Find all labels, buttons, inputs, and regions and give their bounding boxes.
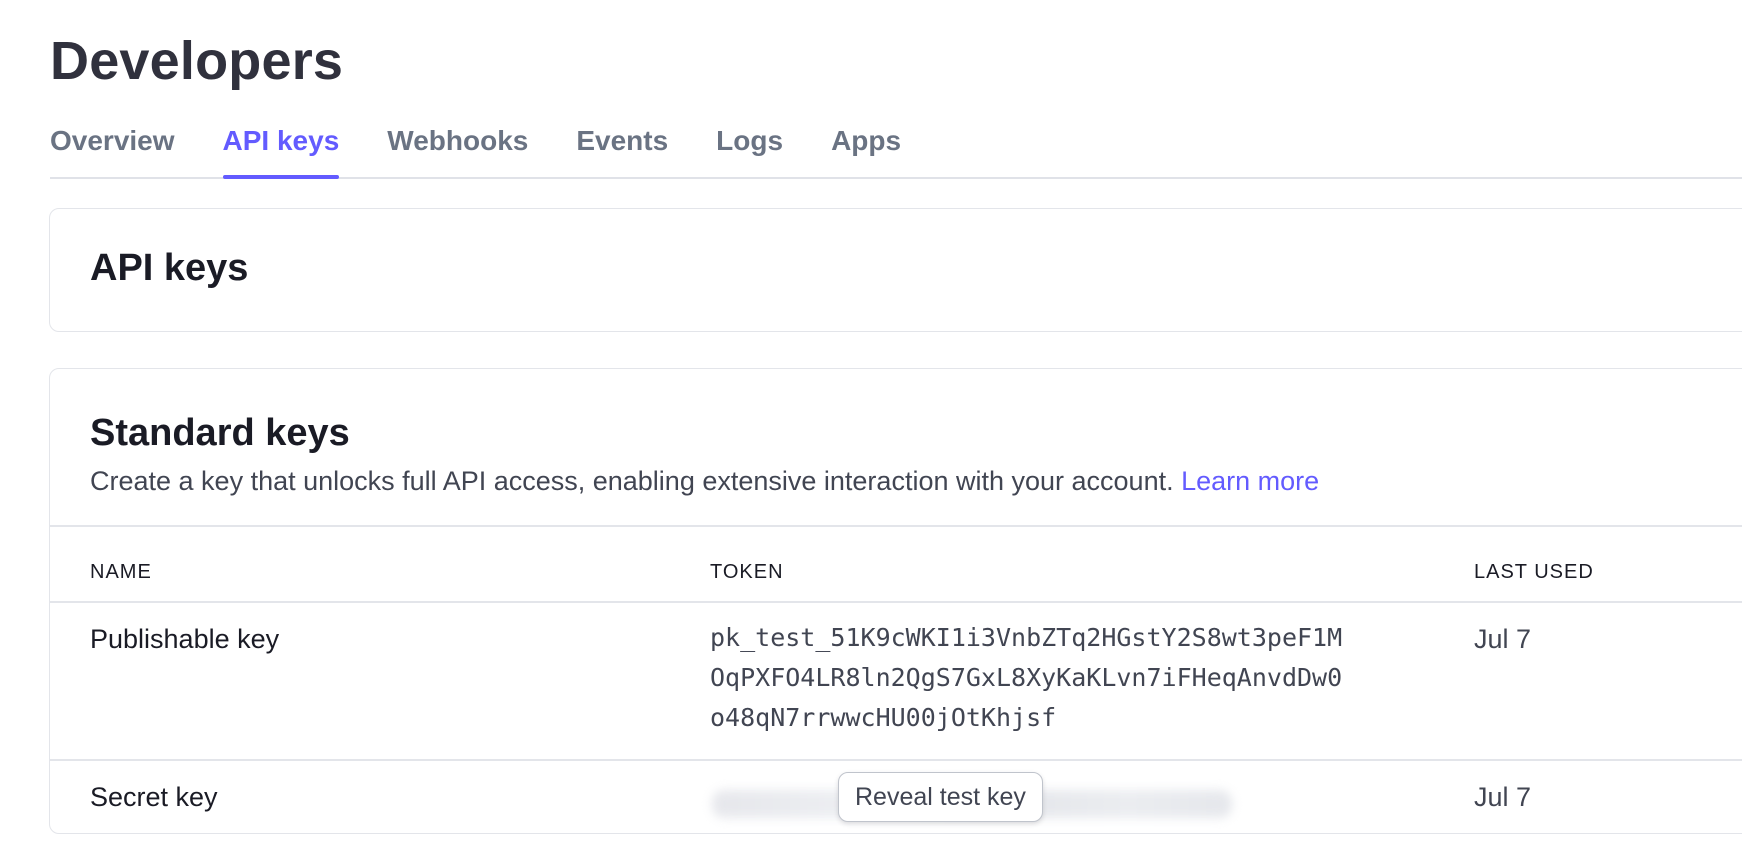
column-header-name: NAME — [90, 561, 152, 583]
publishable-key-name: Publishable key — [90, 624, 280, 654]
learn-more-link[interactable]: Learn more — [1181, 466, 1319, 496]
tab-events[interactable]: Events — [576, 118, 668, 177]
developer-tabs: Overview API keys Webhooks Events Logs A… — [50, 118, 1742, 179]
row-divider — [50, 759, 1742, 761]
column-header-last-used: LAST USED — [1474, 561, 1594, 583]
api-keys-card: API keys — [49, 208, 1742, 332]
tab-apps[interactable]: Apps — [831, 118, 901, 177]
publishable-key-last-used: Jul 7 — [1474, 624, 1532, 654]
secret-key-last-used: Jul 7 — [1474, 782, 1532, 812]
description-text: Create a key that unlocks full API acces… — [90, 466, 1174, 496]
header-divider — [50, 525, 1742, 527]
standard-keys-description: Create a key that unlocks full API acces… — [90, 461, 1319, 501]
standard-keys-card: Standard keys Create a key that unlocks … — [49, 368, 1742, 834]
tab-overview[interactable]: Overview — [50, 118, 175, 177]
secret-key-name: Secret key — [90, 782, 218, 812]
developers-page: Developers Overview API keys Webhooks Ev… — [0, 0, 1742, 864]
reveal-test-key-button[interactable]: Reveal test key — [838, 772, 1043, 822]
tab-api-keys[interactable]: API keys — [222, 118, 339, 179]
tab-webhooks[interactable]: Webhooks — [387, 118, 528, 177]
api-keys-heading: API keys — [90, 247, 249, 289]
column-header-token: TOKEN — [710, 561, 784, 583]
columns-divider — [50, 601, 1742, 603]
tab-logs[interactable]: Logs — [716, 118, 783, 177]
standard-keys-heading: Standard keys — [90, 412, 350, 454]
publishable-key-token[interactable]: pk_test_51K9cWKI1i3VnbZTq2HGstY2S8wt3peF… — [710, 618, 1410, 738]
page-title: Developers — [50, 31, 344, 91]
